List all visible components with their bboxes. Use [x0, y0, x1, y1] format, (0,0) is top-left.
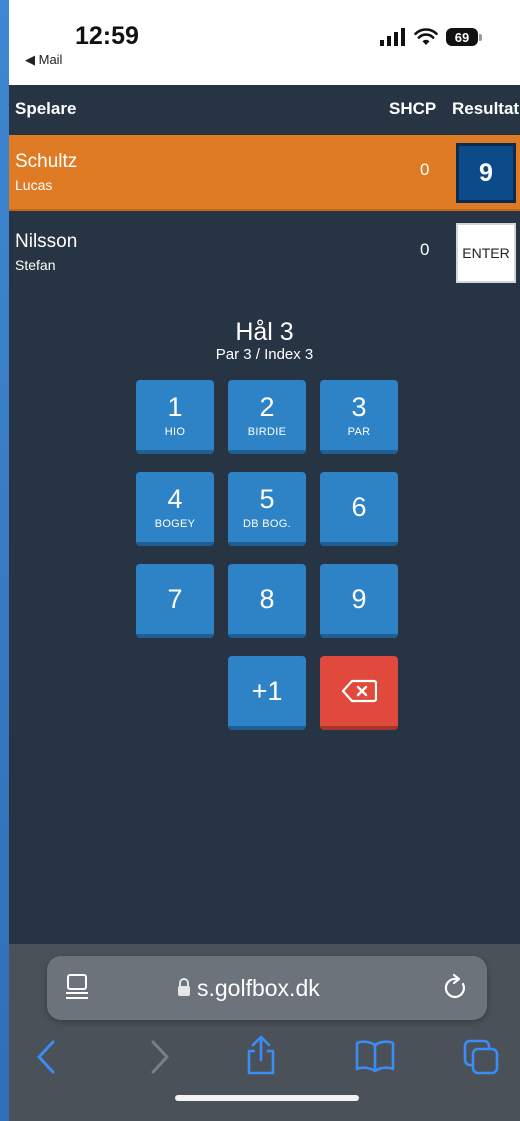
lock-icon — [178, 978, 190, 996]
status-bar: 12:59 ◀ Mail 69 — [9, 0, 520, 85]
signal-icon — [380, 28, 405, 46]
battery-indicator: 69 — [446, 28, 482, 46]
result-enter-box[interactable]: ENTER — [456, 223, 516, 283]
key-3[interactable]: 3 PAR — [320, 380, 398, 454]
key-number: 9 — [351, 584, 367, 614]
key-number: 5 — [259, 484, 275, 514]
key-label: BIRDIE — [247, 426, 287, 438]
key-5[interactable]: 5 DB BOG. — [228, 472, 306, 546]
forward-arrow-icon[interactable] — [149, 1039, 171, 1075]
phone-screen: 12:59 ◀ Mail 69 Spelare SHCP Resultat Sc… — [9, 0, 520, 1121]
player-row[interactable]: Nilsson Stefan 0 ENTER — [9, 215, 520, 291]
column-shcp: SHCP — [389, 99, 437, 118]
player-last-name: Nilsson — [15, 231, 78, 252]
table-header: Spelare SHCP Resultat — [9, 85, 520, 135]
battery-level: 69 — [446, 28, 478, 46]
reader-view-icon[interactable] — [65, 973, 89, 1001]
key-1[interactable]: 1 HIO — [136, 380, 214, 454]
column-player: Spelare — [15, 99, 77, 118]
status-icons: 69 — [380, 28, 482, 46]
home-indicator — [175, 1095, 359, 1101]
key-label: BOGEY — [154, 518, 196, 530]
key-number: 7 — [167, 584, 183, 614]
key-4[interactable]: 4 BOGEY — [136, 472, 214, 546]
key-number: 4 — [167, 484, 183, 514]
reload-icon[interactable] — [443, 972, 469, 1002]
wifi-icon — [414, 28, 438, 45]
player-last-name: Schultz — [15, 151, 78, 172]
key-7[interactable]: 7 — [136, 564, 214, 638]
player-first-name: Stefan — [15, 257, 56, 273]
key-8[interactable]: 8 — [228, 564, 306, 638]
url-text[interactable]: s.golfbox.dk — [197, 975, 320, 1002]
hole-par-index: Par 3 / Index 3 — [215, 346, 314, 363]
key-plus-one[interactable]: +1 — [228, 656, 306, 730]
key-number: 6 — [351, 492, 367, 522]
column-result: Resultat — [452, 99, 520, 118]
key-9[interactable]: 9 — [320, 564, 398, 638]
key-number: 3 — [351, 392, 367, 422]
back-arrow-icon[interactable] — [35, 1039, 57, 1075]
key-6[interactable]: 6 — [320, 472, 398, 546]
player-shcp: 0 — [420, 240, 430, 259]
key-2[interactable]: 2 BIRDIE — [228, 380, 306, 454]
key-number: 8 — [259, 584, 275, 614]
key-label: PAR — [347, 426, 371, 438]
key-number: 1 — [167, 392, 183, 422]
key-number: +1 — [251, 676, 283, 706]
share-icon[interactable] — [245, 1034, 277, 1076]
backspace-icon — [341, 679, 377, 703]
result-score-box[interactable]: 9 — [456, 143, 516, 203]
hole-title: Hål 3 — [235, 318, 294, 346]
back-to-mail-link[interactable]: ◀ Mail — [25, 52, 62, 68]
key-label: DB BOG. — [243, 518, 291, 530]
key-label: HIO — [164, 426, 186, 438]
tabs-icon[interactable] — [463, 1039, 499, 1075]
address-bar[interactable]: s.golfbox.dk — [47, 956, 487, 1020]
delete-button[interactable] — [320, 656, 398, 730]
player-row[interactable]: Schultz Lucas 0 9 — [9, 135, 520, 211]
player-first-name: Lucas — [15, 177, 53, 193]
battery-tip — [479, 33, 482, 41]
status-time: 12:59 — [75, 22, 139, 50]
player-shcp: 0 — [420, 160, 430, 179]
key-number: 2 — [259, 392, 275, 422]
bookmarks-icon[interactable] — [355, 1039, 395, 1073]
